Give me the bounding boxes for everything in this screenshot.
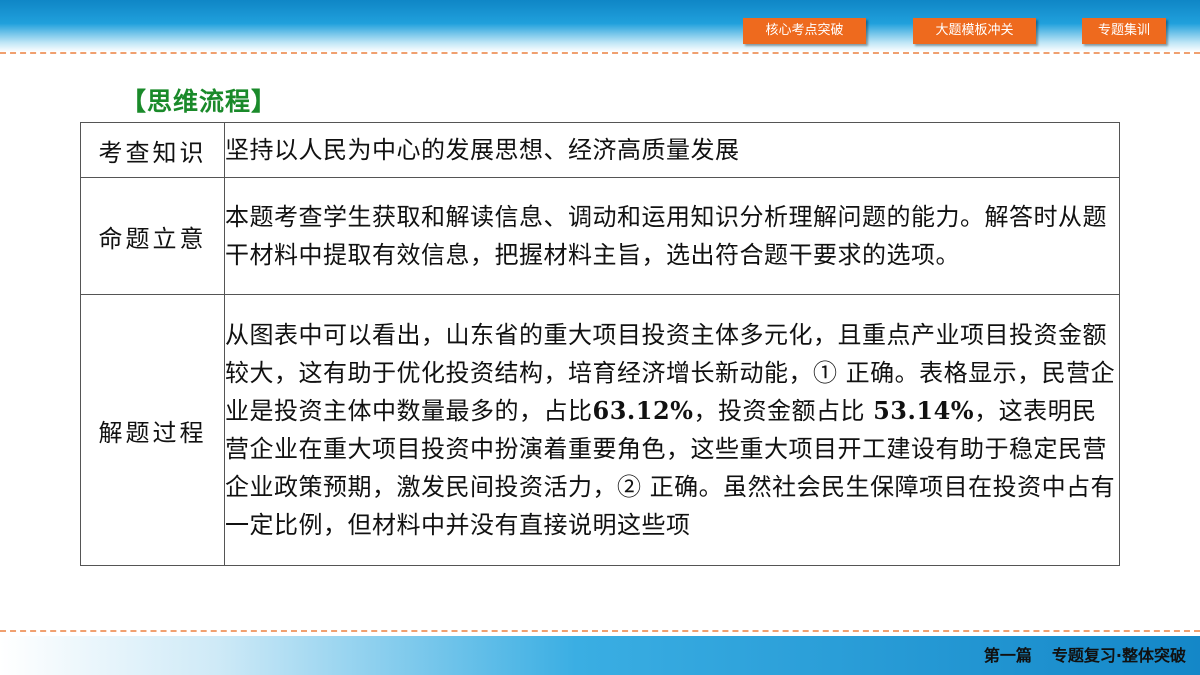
row-label: 考查知识 [80,122,225,178]
nav-button-training[interactable]: 专题集训 [1082,18,1166,44]
row-content: 坚持以人民为中心的发展思想、经济高质量发展 [224,122,1120,178]
footer-part: 第一篇 [983,646,1032,665]
content-text: ，投资金额占比 [693,397,874,425]
row-label: 解题过程 [80,294,225,566]
nav-button-template[interactable]: 大题模板冲关 [913,18,1036,44]
row-content: 本题考查学生获取和解读信息、调动和运用知识分析理解问题的能力。解答时从题干材料中… [224,177,1120,295]
row-label: 命题立意 [80,177,225,295]
top-divider [0,52,1200,54]
percentage-value: 63.12% [592,396,694,425]
footer-title: 专题复习·整体突破 [1051,646,1186,665]
circled-number-1: ① [813,359,838,387]
table-row: 考查知识 坚持以人民为中心的发展思想、经济高质量发展 [80,122,1120,178]
circled-number-2: ② [617,473,642,501]
table-row: 解题过程 从图表中可以看出，山东省的重大项目投资主体多元化，且重点产业项目投资金… [80,294,1120,566]
row-content: 从图表中可以看出，山东省的重大项目投资主体多元化，且重点产业项目投资金额较大，这… [224,294,1120,566]
section-title: 【思维流程】 [121,87,278,116]
table-row: 命题立意 本题考查学生获取和解读信息、调动和运用知识分析理解问题的能力。解答时从… [80,177,1120,295]
percentage-value: 53.14% [873,396,975,425]
thinking-flow-table: 考查知识 坚持以人民为中心的发展思想、经济高质量发展 命题立意 本题考查学生获取… [80,122,1120,566]
footer: 第一篇 专题复习·整体突破 [984,644,1186,668]
bottom-divider [0,630,1200,632]
nav-button-core-points[interactable]: 核心考点突破 [743,18,866,44]
